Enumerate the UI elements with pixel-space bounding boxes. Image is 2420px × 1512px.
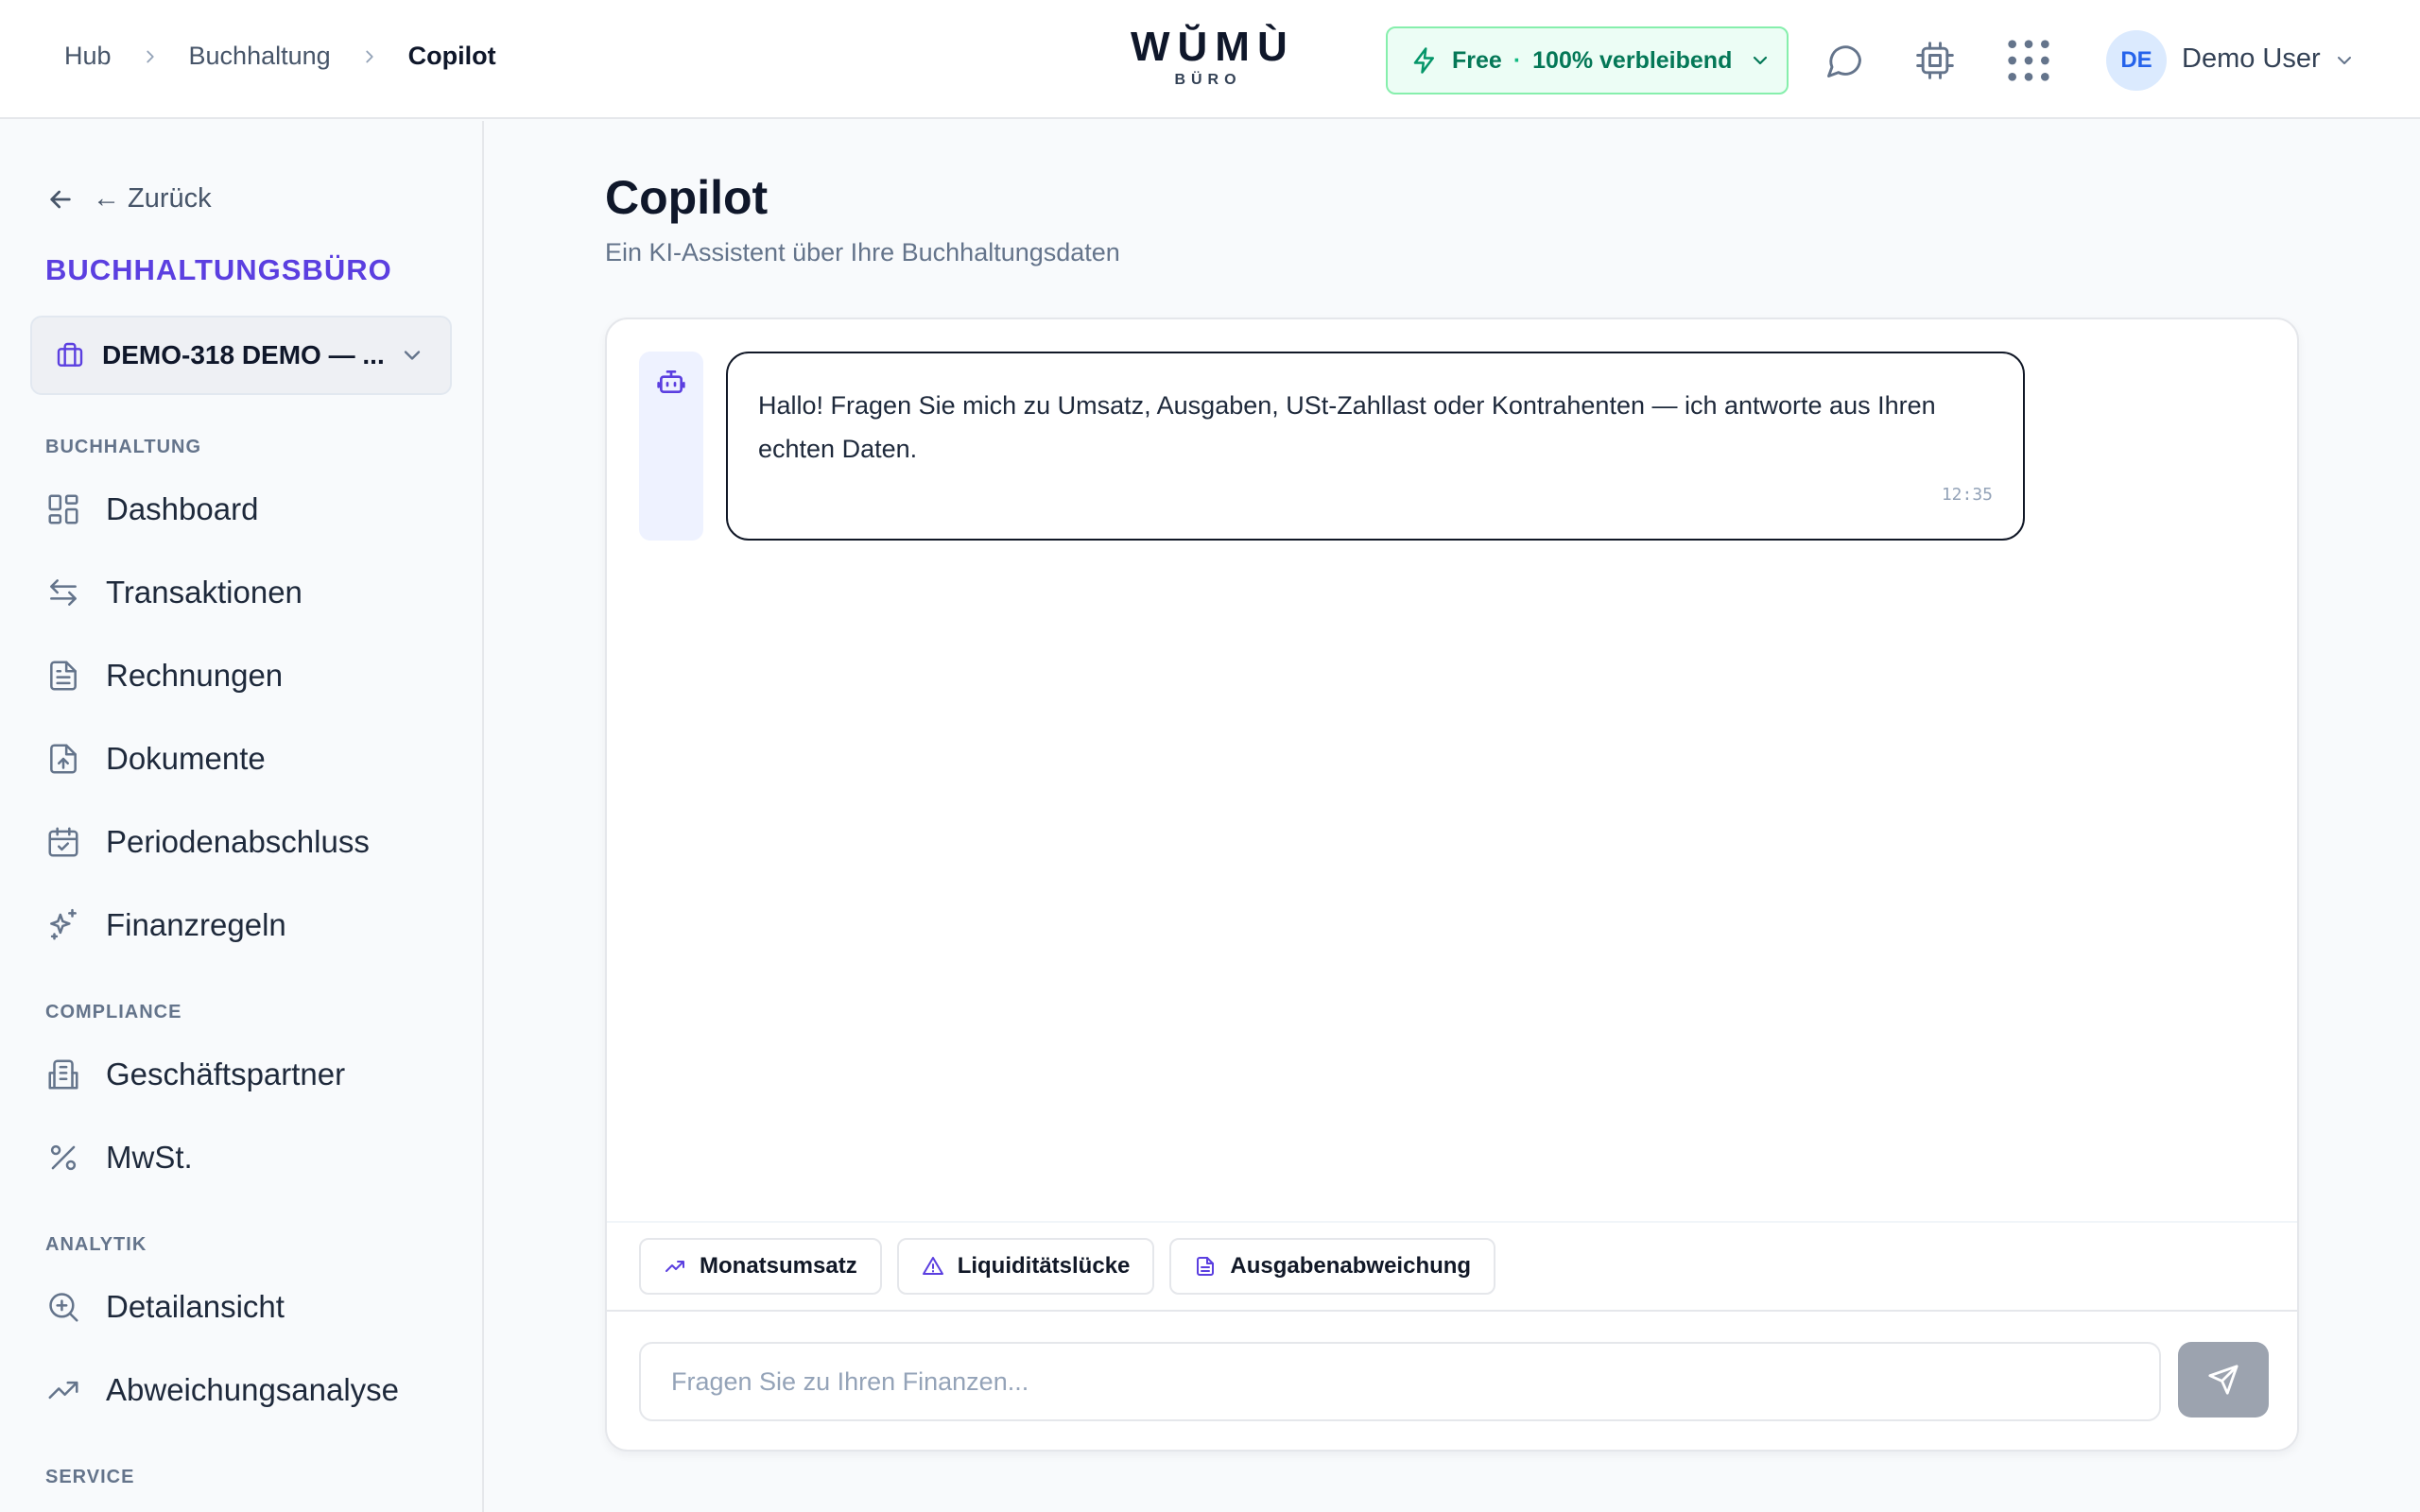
assistant-message: Hallo! Fragen Sie mich zu Umsatz, Ausgab… — [726, 352, 2025, 541]
assistant-avatar — [639, 352, 703, 541]
briefcase-icon — [57, 342, 83, 367]
sparkles-icon — [50, 908, 77, 940]
divider — [607, 1221, 2297, 1223]
chevron-right-icon — [365, 50, 373, 62]
suggestion-liquiditaetsluecke[interactable]: Liquiditätslücke — [896, 1238, 1155, 1295]
send-button[interactable] — [2178, 1342, 2269, 1418]
trending-up-icon — [666, 1261, 684, 1272]
top-header: Hub Buchhaltung Copilot WŬMÙ BÜRO Free ·… — [0, 0, 2420, 119]
message-timestamp: 12:35 — [1941, 485, 1993, 505]
robot-icon — [657, 370, 685, 393]
sidebar-item-label: Periodenabschluss — [106, 824, 370, 859]
chat-input[interactable] — [639, 1342, 2161, 1421]
arrow-left-icon — [50, 190, 71, 208]
arrows-exchange-icon — [50, 579, 77, 606]
suggestion-monatsumsatz[interactable]: Monatsumsatz — [639, 1238, 882, 1295]
file-text-icon — [1197, 1257, 1215, 1276]
chat-panel: Hallo! Fragen Sie mich zu Umsatz, Ausgab… — [605, 318, 2299, 1452]
sidebar-item-label: Abweichungsanalyse — [106, 1372, 400, 1407]
plan-remaining: 100% verbleibend — [1532, 46, 1733, 74]
breadcrumb-current: Copilot — [407, 42, 496, 70]
zoom-in-icon — [49, 1293, 78, 1322]
suggestion-ausgabenabweichung[interactable]: Ausgabenabweichung — [1169, 1238, 1496, 1295]
sidebar-item-label: Dashboard — [106, 491, 259, 526]
chat-bubble-icon[interactable] — [1824, 40, 1865, 81]
chip-label: Monatsumsatz — [700, 1253, 857, 1279]
breadcrumb-hub[interactable]: Hub — [64, 42, 112, 71]
chevron-down-icon[interactable] — [2333, 49, 2356, 72]
divider — [607, 1310, 2297, 1312]
section-label-compliance: COMPLIANCE — [45, 1002, 182, 1022]
sidebar-item-periodenabschluss[interactable]: Periodenabschluss — [45, 814, 370, 870]
dashboard-icon — [48, 494, 78, 524]
sidebar-item-finanzregeln[interactable]: Finanzregeln — [45, 897, 286, 954]
back-link[interactable]: ← Zurück — [45, 183, 212, 215]
section-label-analytik: ANALYTIK — [45, 1234, 147, 1255]
sidebar-item-label: Geschäftspartner — [106, 1057, 346, 1091]
user-avatar[interactable]: DE — [2106, 30, 2167, 91]
file-text-icon — [50, 661, 77, 691]
chip-label: Ausgabenabweichung — [1230, 1253, 1472, 1279]
warning-triangle-icon — [922, 1257, 943, 1275]
calendar-check-icon — [48, 827, 78, 857]
app-grid-icon[interactable] — [2004, 36, 2053, 85]
building-icon — [48, 1059, 78, 1090]
sidebar-item-mwst[interactable]: MwSt. — [45, 1129, 193, 1186]
sidebar-item-label: Rechnungen — [106, 658, 284, 693]
sidebar-item-label: MwSt. — [106, 1140, 193, 1175]
message-text: Hallo! Fragen Sie mich zu Umsatz, Ausgab… — [758, 391, 1936, 463]
section-label-buchhaltung: BUCHHALTUNG — [45, 437, 202, 457]
plan-name: Free — [1452, 46, 1502, 74]
section-label-service: SERVICE — [45, 1467, 135, 1487]
tenant-selector[interactable]: DEMO-318 DEMO — ... — [30, 316, 452, 395]
percent-icon — [50, 1144, 77, 1171]
send-icon — [2208, 1365, 2238, 1395]
sidebar-item-detailansicht[interactable]: Detailansicht — [45, 1279, 285, 1335]
sidebar-item-transaktionen[interactable]: Transaktionen — [45, 564, 302, 621]
plan-separator: · — [1512, 46, 1522, 74]
breadcrumb: Hub Buchhaltung Copilot — [64, 42, 496, 71]
sidebar-item-label: Detailansicht — [106, 1289, 285, 1324]
cpu-chip-icon[interactable] — [1914, 40, 1956, 81]
back-label: ← Zurück — [93, 183, 212, 214]
sidebar: ← Zurück BUCHHALTUNGSBÜRO DEMO-318 DEMO … — [0, 121, 484, 1512]
sidebar-item-dokumente[interactable]: Dokumente — [45, 730, 266, 787]
file-upload-icon — [50, 744, 77, 774]
sidebar-item-label: Transaktionen — [106, 575, 302, 610]
chevron-right-icon — [146, 50, 154, 62]
sidebar-brand: BUCHHALTUNGSBÜRO — [45, 253, 392, 286]
chevron-down-icon — [404, 351, 421, 360]
chip-label: Liquiditätslücke — [957, 1253, 1131, 1279]
logo-subtitle: BÜRO — [1174, 72, 1242, 88]
app-logo[interactable]: WŬMÙ BÜRO — [1131, 23, 1295, 89]
breadcrumb-buchhaltung[interactable]: Buchhaltung — [189, 42, 331, 71]
page-title: Copilot — [605, 171, 769, 224]
tenant-name: DEMO-318 DEMO — ... — [102, 340, 385, 369]
sidebar-item-dashboard[interactable]: Dashboard — [45, 481, 258, 538]
sidebar-item-geschaeftspartner[interactable]: Geschäftspartner — [45, 1046, 345, 1103]
sidebar-item-label: Dokumente — [106, 741, 266, 776]
chevron-down-icon — [1754, 56, 1768, 65]
trending-up-icon — [48, 1381, 78, 1400]
sidebar-item-abweichungsanalyse[interactable]: Abweichungsanalyse — [45, 1362, 399, 1418]
logo-wordmark: WŬMÙ — [1131, 24, 1295, 70]
bolt-icon — [1413, 47, 1434, 74]
suggestion-chips: Monatsumsatz Liquiditätslücke Ausgabenab… — [639, 1238, 1511, 1295]
page-subtitle: Ein KI-Assistent über Ihre Buchhaltungsd… — [605, 238, 1120, 266]
plan-usage-dropdown[interactable]: Free · 100% verbleibend — [1386, 26, 1789, 94]
sidebar-item-rechnungen[interactable]: Rechnungen — [45, 647, 283, 704]
user-name[interactable]: Demo User — [2182, 43, 2321, 75]
sidebar-item-label: Finanzregeln — [106, 907, 286, 942]
